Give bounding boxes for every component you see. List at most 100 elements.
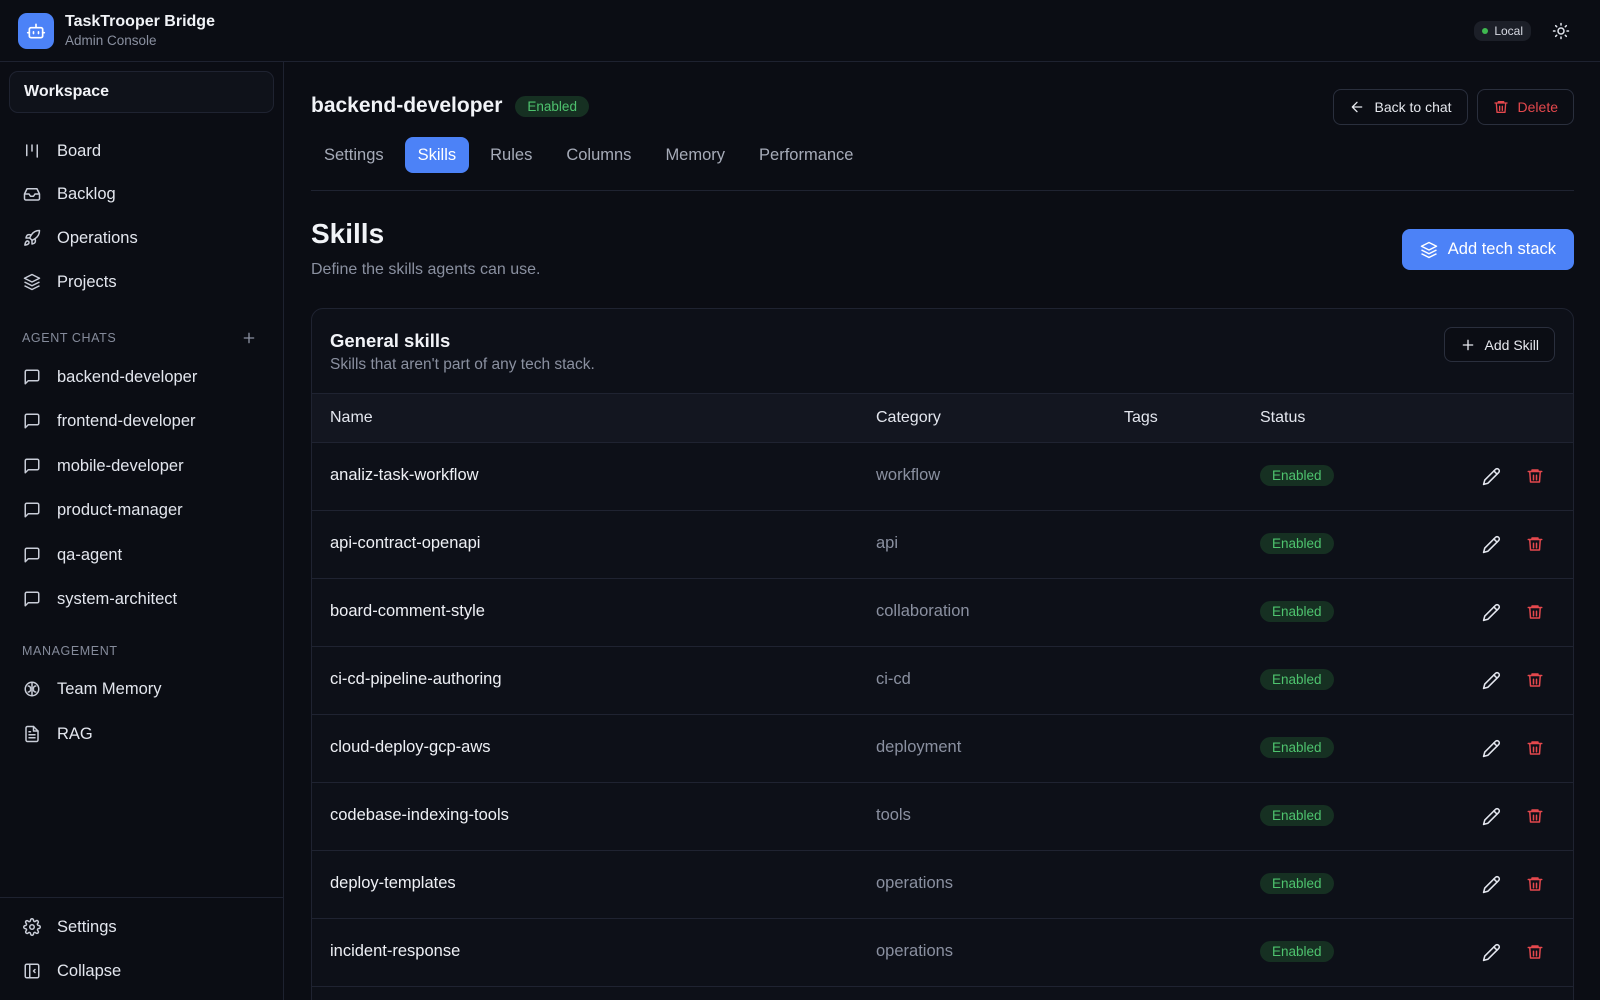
sidebar-item-settings[interactable]: Settings <box>9 907 274 947</box>
add-tech-stack-button[interactable]: Add tech stack <box>1401 229 1574 270</box>
edit-skill-button[interactable] <box>1482 807 1502 827</box>
tab-performance[interactable]: Performance <box>746 137 866 173</box>
table-row: api-contract-openapi api Enabled <box>312 511 1573 579</box>
sidebar-item-label: mobile-developer <box>57 456 184 475</box>
sidebar-item-label: Collapse <box>57 961 122 980</box>
pencil-icon <box>1482 604 1500 622</box>
sidebar-item-label: system-architect <box>57 589 178 608</box>
edit-skill-button[interactable] <box>1482 739 1502 759</box>
trash-icon <box>1527 877 1543 891</box>
sidebar-item-operations[interactable]: Operations <box>9 218 274 258</box>
sidebar-item-board[interactable]: Board <box>9 131 274 171</box>
sidebar-item-label: Projects <box>57 272 117 291</box>
sidebar-item-chat[interactable]: product-manager <box>9 490 274 530</box>
column-header-name[interactable]: Name <box>330 409 373 427</box>
inbox-icon <box>22 184 42 204</box>
skill-category: api <box>876 534 899 552</box>
environment-badge: Local <box>1474 20 1531 41</box>
table-row: analiz-task-workflow workflow Enabled <box>312 443 1573 511</box>
delete-skill-button[interactable] <box>1526 535 1546 555</box>
column-header-tags[interactable]: Tags <box>1124 409 1158 427</box>
chat-bubble-icon <box>22 456 42 476</box>
sidebar-item-team-memory[interactable]: Team Memory <box>9 669 274 709</box>
edit-skill-button[interactable] <box>1482 535 1502 555</box>
workspace-selector[interactable]: Workspace <box>9 71 274 113</box>
delete-skill-button[interactable] <box>1526 739 1546 759</box>
column-header-status[interactable]: Status <box>1260 409 1305 427</box>
section-title: Skills <box>311 218 385 249</box>
sidebar-item-rag[interactable]: RAG <box>9 714 274 754</box>
sidebar-item-projects[interactable]: Projects <box>9 262 274 302</box>
pencil-icon <box>1482 468 1500 486</box>
top-bar: TaskTrooper Bridge Admin Console Local <box>0 0 1600 62</box>
theme-toggle-button[interactable] <box>1549 19 1573 43</box>
edit-skill-button[interactable] <box>1482 671 1502 691</box>
table-row: deploy-templates operations Enabled <box>312 851 1573 919</box>
sidebar: Workspace Board Backlog Operations Proje… <box>0 62 284 1000</box>
edit-skill-button[interactable] <box>1482 875 1502 895</box>
plus-icon <box>243 332 255 344</box>
edit-skill-button[interactable] <box>1482 467 1502 487</box>
sidebar-item-label: Backlog <box>57 184 116 203</box>
chat-bubble-icon <box>22 589 42 609</box>
tab-columns[interactable]: Columns <box>553 137 644 173</box>
board-icon <box>22 141 42 161</box>
tab-memory[interactable]: Memory <box>652 137 738 173</box>
trash-icon <box>1527 741 1543 755</box>
tab-skills[interactable]: Skills <box>404 137 470 173</box>
skill-category: workflow <box>876 466 941 484</box>
delete-skill-button[interactable] <box>1526 807 1546 827</box>
add-skill-button[interactable]: Add Skill <box>1443 327 1555 362</box>
delete-label: Delete <box>1517 99 1558 115</box>
sidebar-item-backlog[interactable]: Backlog <box>9 174 274 214</box>
sidebar-item-chat[interactable]: mobile-developer <box>9 446 274 486</box>
edit-skill-button[interactable] <box>1482 943 1502 963</box>
tab-rules[interactable]: Rules <box>477 137 545 173</box>
sidebar-item-label: Team Memory <box>57 679 162 698</box>
pencil-icon <box>1482 740 1500 758</box>
sidebar-item-label: qa-agent <box>57 545 123 564</box>
chat-bubble-icon <box>22 545 42 565</box>
status-badge: Enabled <box>1260 941 1334 962</box>
gear-icon <box>22 917 42 937</box>
document-icon <box>22 724 42 744</box>
delete-skill-button[interactable] <box>1526 603 1546 623</box>
add-agent-chat-button[interactable] <box>241 330 259 348</box>
table-row: codebase-indexing-tools tools Enabled <box>312 783 1573 851</box>
tab-bar: Settings Skills Rules Columns Memory Per… <box>311 137 867 173</box>
skill-name: analiz-task-workflow <box>330 466 479 484</box>
sidebar-item-chat[interactable]: frontend-developer <box>9 401 274 441</box>
status-badge: Enabled <box>1260 601 1334 622</box>
status-badge: Enabled <box>1260 465 1334 486</box>
edit-skill-button[interactable] <box>1482 603 1502 623</box>
delete-skill-button[interactable] <box>1526 943 1546 963</box>
back-to-chat-label: Back to chat <box>1374 99 1452 115</box>
chat-bubble-icon <box>22 411 42 431</box>
delete-skill-button[interactable] <box>1526 467 1546 487</box>
chat-bubble-icon <box>22 500 42 520</box>
skill-name: deploy-templates <box>330 874 456 892</box>
pencil-icon <box>1482 536 1500 554</box>
skill-name: cloud-deploy-gcp-aws <box>330 738 491 756</box>
tab-settings[interactable]: Settings <box>311 137 397 173</box>
pencil-icon <box>1482 876 1500 894</box>
add-tech-stack-label: Add tech stack <box>1447 240 1556 258</box>
sidebar-item-collapse[interactable]: Collapse <box>9 951 274 991</box>
sidebar-item-chat[interactable]: qa-agent <box>9 535 274 575</box>
back-to-chat-button[interactable]: Back to chat <box>1333 89 1468 125</box>
status-badge: Enabled <box>1260 737 1334 758</box>
sidebar-item-chat[interactable]: system-architect <box>9 579 274 619</box>
skill-category: deployment <box>876 738 962 756</box>
table-header: Name Category Tags Status <box>312 393 1573 443</box>
sidebar-item-chat[interactable]: backend-developer <box>9 357 274 397</box>
tabs-divider <box>311 190 1574 191</box>
sidebar-item-label: product-manager <box>57 500 183 519</box>
delete-agent-button[interactable]: Delete <box>1476 89 1574 125</box>
main-content: backend-developer Enabled Back to chat D… <box>311 62 1574 1000</box>
skill-name: api-contract-openapi <box>330 534 481 552</box>
column-header-category[interactable]: Category <box>876 409 941 427</box>
delete-skill-button[interactable] <box>1526 671 1546 691</box>
status-badge: Enabled <box>515 95 589 117</box>
sun-icon <box>1552 22 1570 39</box>
delete-skill-button[interactable] <box>1526 875 1546 895</box>
